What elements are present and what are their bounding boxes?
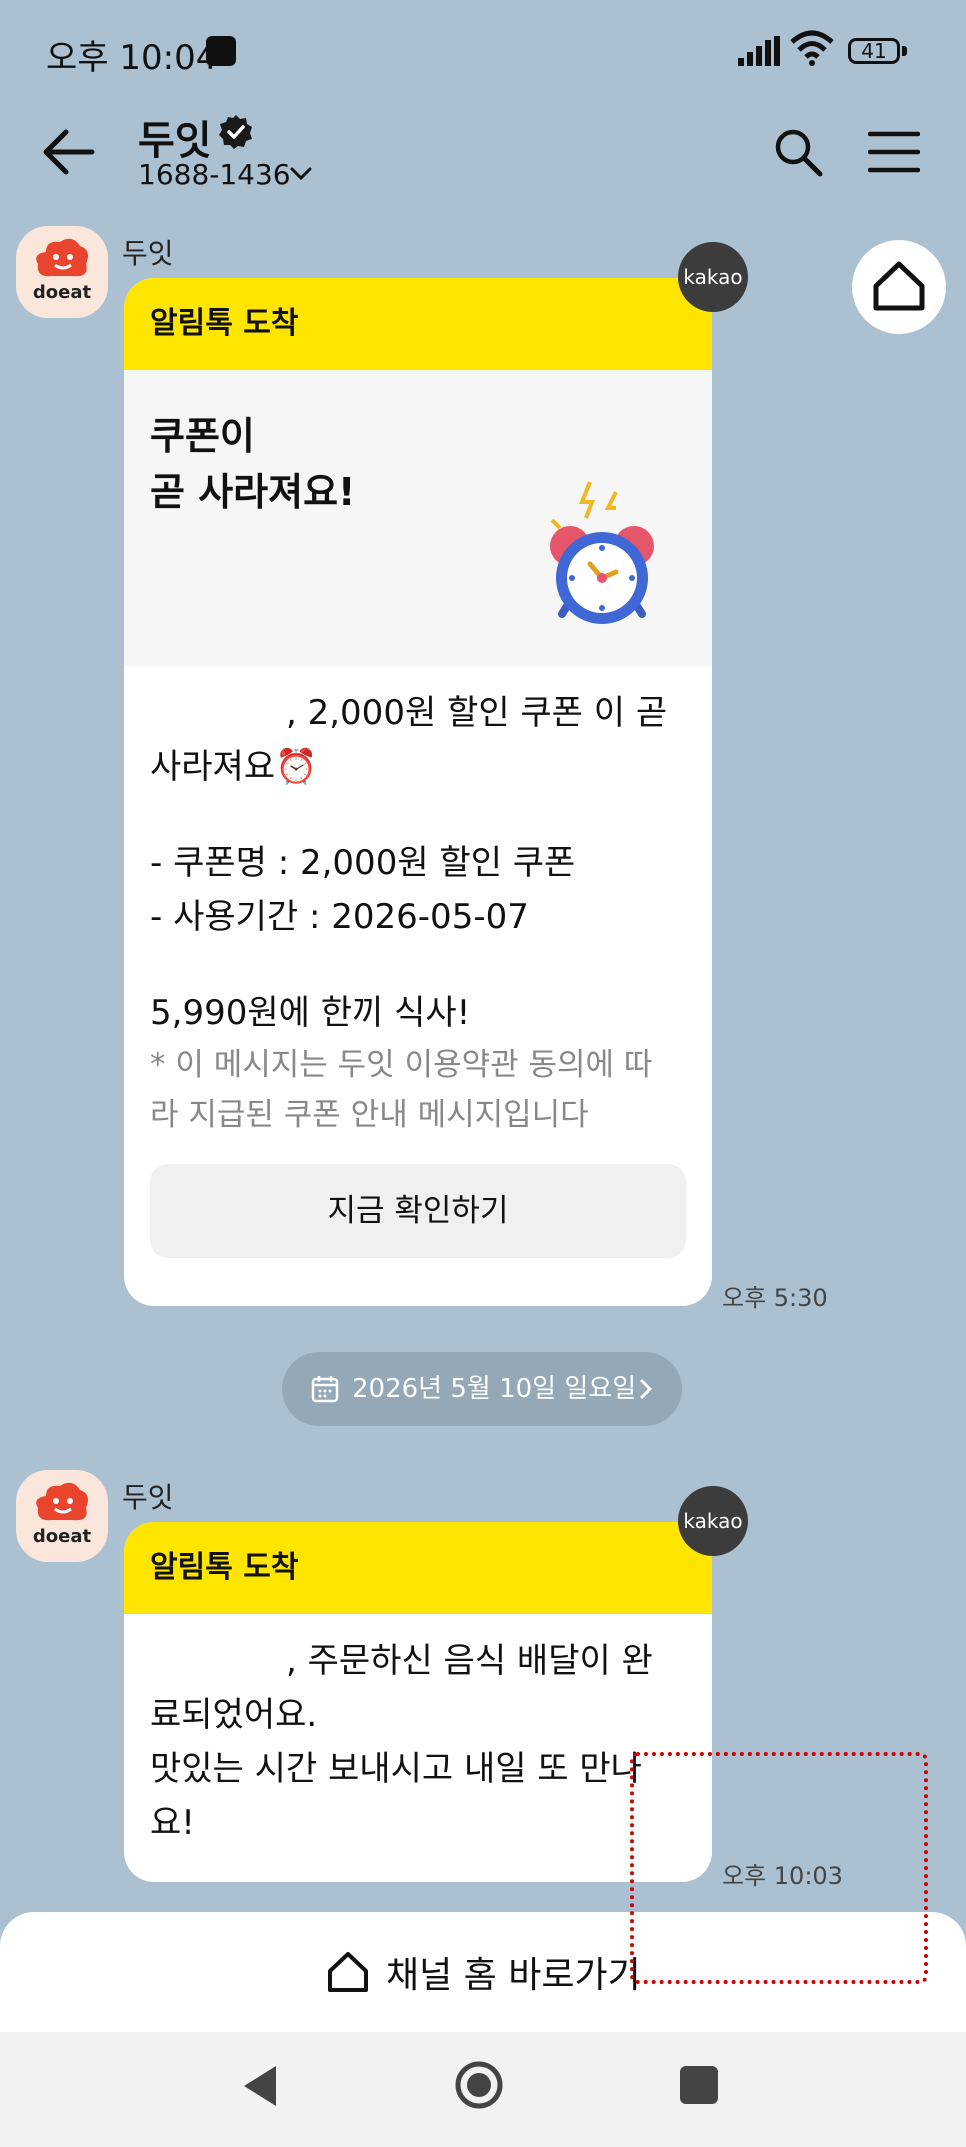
bubble-title-area: 쿠폰이 곧 사라져요! — [124, 370, 712, 666]
alimtalk-bubble: 알림톡 도착 쿠폰이 곧 사라져요! , 2,000원 할인 쿠폰 이 곧 사라… — [124, 278, 712, 1306]
message-line: 요! — [150, 1803, 195, 1843]
back-arrow-icon[interactable] — [40, 128, 96, 176]
nav-home-icon[interactable] — [454, 2060, 504, 2110]
message-line: 사라져요⏰ — [150, 747, 318, 787]
message-line: , 2,000원 할인 쿠폰 이 곧 — [124, 686, 712, 740]
message-line: - 쿠폰명 : 2,000원 할인 쿠폰 — [150, 843, 576, 883]
verified-icon — [219, 115, 252, 149]
title-line: 쿠폰이 — [150, 414, 255, 458]
date-divider[interactable]: 2026년 5월 10일 일요일 — [282, 1352, 682, 1426]
channel-home-link[interactable]: 채널 홈 바로가기 — [386, 1946, 641, 1998]
status-time: 오후 10:04 — [46, 38, 218, 78]
date-text: 2026년 5월 10일 일요일 — [352, 1374, 637, 1404]
message-text: , 2,000원 할인 쿠폰 이 곧 — [286, 693, 668, 733]
svg-text:doeat: doeat — [33, 1526, 92, 1547]
home-icon — [873, 261, 925, 311]
highlight-box — [630, 1752, 928, 1984]
alimtalk-bubble: 알림톡 도착 , 주문하신 음식 배달이 완 료되었어요. 맛있는 시간 보내시… — [124, 1522, 712, 1882]
channel-phone[interactable]: 1688-1436 — [138, 158, 291, 191]
wifi-icon — [790, 30, 834, 66]
bubble-title: 쿠폰이 곧 사라져요! — [150, 408, 355, 520]
channel-home-floating-button[interactable] — [852, 240, 946, 334]
bubble-header: 알림톡 도착 — [124, 1522, 712, 1614]
message-line: 료되었어요. — [150, 1695, 318, 1735]
message-line: 맛있는 시간 보내시고 내일 또 만나 — [150, 1749, 642, 1789]
chevron-right-icon — [639, 1378, 653, 1400]
redacted-name — [150, 686, 286, 724]
avatar[interactable]: doeat — [16, 226, 108, 318]
recording-icon — [206, 36, 236, 66]
kakao-badge: kakao — [678, 242, 748, 312]
title-line: 곧 사라져요! — [150, 470, 356, 514]
message-line: 5,990원에 한끼 식사! — [150, 993, 471, 1033]
chevron-down-icon[interactable] — [290, 166, 312, 182]
kakao-badge: kakao — [678, 1486, 748, 1556]
nav-back-icon[interactable] — [240, 2064, 280, 2108]
svg-text:doeat: doeat — [33, 282, 92, 303]
bubble-header: 알림톡 도착 — [124, 278, 712, 370]
message-line: - 사용기간 : 2026-05-07 — [150, 897, 529, 937]
check-now-button[interactable]: 지금 확인하기 — [150, 1164, 686, 1258]
calendar-icon — [311, 1376, 339, 1403]
message-text: , 주문하신 음식 배달이 완 — [286, 1641, 653, 1681]
doeat-logo: doeat — [33, 238, 92, 303]
battery-indicator: 41 — [848, 38, 900, 64]
sender-name: 두잇 — [122, 237, 174, 270]
battery-tip — [902, 46, 907, 56]
search-icon[interactable] — [772, 126, 824, 178]
menu-icon[interactable] — [868, 130, 920, 174]
home-icon — [328, 1952, 368, 1992]
avatar[interactable]: doeat — [16, 1470, 108, 1562]
nav-recents-icon[interactable] — [680, 2066, 718, 2104]
signal-icon — [738, 36, 780, 66]
note-line: * 이 메시지는 두잇 이용약관 동의에 따 — [150, 1047, 653, 1083]
redacted-name — [150, 1634, 286, 1672]
alarm-clock-icon — [550, 481, 654, 624]
note-line: 라 지급된 쿠폰 안내 메시지입니다 — [150, 1097, 589, 1133]
message-time: 오후 5:30 — [722, 1284, 828, 1312]
doeat-logo: doeat — [33, 1482, 92, 1547]
sender-name: 두잇 — [122, 1481, 174, 1514]
message-line: , 주문하신 음식 배달이 완 — [124, 1634, 712, 1688]
